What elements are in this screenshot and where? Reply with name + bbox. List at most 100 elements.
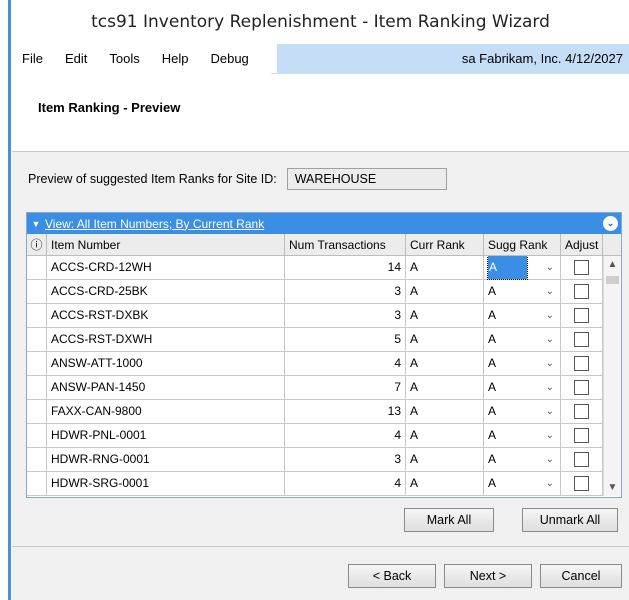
- sugg-rank-dropdown[interactable]: A ⌄: [484, 304, 560, 328]
- column-header-sugg-rank[interactable]: Sugg Rank: [484, 233, 561, 256]
- item-number-cell: HDWR-SRG-0001: [47, 471, 285, 496]
- table-row[interactable]: ACCS-CRD-12WH 14 A A ⌄: [27, 255, 621, 280]
- unmark-all-button[interactable]: Unmark All: [522, 508, 618, 532]
- table-row[interactable]: HDWR-RNG-0001 3 A A ⌄: [27, 447, 621, 472]
- table-row[interactable]: ACCS-RST-DXBK 3 A A ⌄: [27, 303, 621, 328]
- menu-item-tools[interactable]: Tools: [109, 51, 139, 66]
- table-row[interactable]: ANSW-PAN-1450 7 A A ⌄: [27, 375, 621, 400]
- menu-bar: File Edit Tools Help Debug sa Fabrikam, Inc.…: [12, 43, 629, 74]
- view-selector-link[interactable]: View: All Item Numbers; By Current Rank: [45, 217, 264, 231]
- num-transactions-cell: 5: [285, 327, 406, 352]
- chevron-down-icon[interactable]: ⌄: [546, 328, 554, 351]
- sugg-rank-dropdown[interactable]: A ⌄: [484, 472, 560, 496]
- adjust-checkbox[interactable]: [574, 332, 589, 347]
- chevron-down-icon[interactable]: ⌄: [546, 376, 554, 399]
- num-transactions-cell: 7: [285, 375, 406, 400]
- sugg-rank-dropdown[interactable]: A ⌄: [484, 280, 560, 304]
- adjust-checkbox[interactable]: [574, 284, 589, 299]
- grid-rows: ▲ ▼ ACCS-CRD-12WH 14 A A ⌄ ACCS-CRD-25BK 3 A A ⌄ A…: [27, 255, 621, 496]
- sugg-rank-dropdown[interactable]: A ⌄: [484, 424, 560, 448]
- sugg-rank-dropdown[interactable]: A ⌄: [484, 352, 560, 376]
- chevron-down-icon[interactable]: ⌄: [546, 280, 554, 303]
- adjust-cell: [561, 255, 603, 280]
- menu-item-debug[interactable]: Debug: [210, 51, 248, 66]
- header-scroll-spacer: [603, 234, 621, 256]
- column-header-num-transactions[interactable]: Num Transactions: [285, 233, 406, 256]
- sugg-rank-value: A: [488, 380, 497, 394]
- menu-item-file[interactable]: File: [22, 51, 43, 66]
- table-row[interactable]: ANSW-ATT-1000 4 A A ⌄: [27, 351, 621, 376]
- cancel-button[interactable]: Cancel: [540, 564, 622, 588]
- sugg-rank-cell: A ⌄: [484, 327, 561, 352]
- scroll-thumb[interactable]: [606, 276, 619, 284]
- sugg-rank-dropdown[interactable]: A ⌄: [484, 400, 560, 424]
- num-transactions-cell: 13: [285, 399, 406, 424]
- site-id-row: Preview of suggested Item Ranks for Site…: [28, 168, 447, 190]
- table-row[interactable]: HDWR-PNL-0001 4 A A ⌄: [27, 423, 621, 448]
- sugg-rank-value: A: [488, 476, 497, 490]
- mark-all-button[interactable]: Mark All: [404, 508, 494, 532]
- adjust-checkbox[interactable]: [574, 452, 589, 467]
- grid-vertical-scrollbar[interactable]: ▲ ▼: [603, 256, 621, 496]
- curr-rank-cell: A: [406, 351, 484, 376]
- menu-item-help[interactable]: Help: [162, 51, 189, 66]
- sugg-rank-value: A: [488, 452, 497, 466]
- site-id-label: Preview of suggested Item Ranks for Site…: [28, 172, 277, 186]
- adjust-cell: [561, 351, 603, 376]
- next-button[interactable]: Next >: [444, 564, 532, 588]
- adjust-checkbox[interactable]: [574, 260, 589, 275]
- chevron-down-icon[interactable]: ⌄: [546, 424, 554, 447]
- back-button[interactable]: < Back: [348, 564, 436, 588]
- item-number-cell: ACCS-CRD-12WH: [47, 255, 285, 280]
- sugg-rank-dropdown[interactable]: A ⌄: [484, 255, 560, 280]
- menu-item-edit[interactable]: Edit: [65, 51, 87, 66]
- item-rank-grid: ▼ View: All Item Numbers; By Current Ran…: [26, 212, 622, 498]
- footer-divider: [12, 546, 629, 547]
- chevron-down-icon[interactable]: ⌄: [546, 352, 554, 375]
- chevron-down-icon[interactable]: ⌄: [546, 448, 554, 471]
- adjust-checkbox[interactable]: [574, 380, 589, 395]
- chevron-down-icon[interactable]: ⌄: [546, 472, 554, 495]
- adjust-checkbox[interactable]: [574, 404, 589, 419]
- chevron-down-icon[interactable]: ⌄: [546, 400, 554, 423]
- adjust-checkbox[interactable]: [574, 476, 589, 491]
- column-header-curr-rank[interactable]: Curr Rank: [406, 233, 484, 256]
- column-header-adjust[interactable]: Adjust: [561, 233, 603, 256]
- sugg-rank-dropdown[interactable]: A ⌄: [484, 448, 560, 472]
- num-transactions-cell: 4: [285, 471, 406, 496]
- sugg-rank-value: A: [488, 332, 497, 346]
- adjust-cell: [561, 399, 603, 424]
- table-row[interactable]: ACCS-CRD-25BK 3 A A ⌄: [27, 279, 621, 304]
- cancel-label: Cancel: [561, 569, 601, 583]
- info-icon[interactable]: ⓘ: [27, 233, 47, 256]
- num-transactions-cell: 4: [285, 351, 406, 376]
- user-company-date: sa Fabrikam, Inc. 4/12/2027: [276, 43, 629, 74]
- window-title: tcs91 Inventory Replenishment - Item Ran…: [91, 12, 550, 32]
- scroll-down-icon[interactable]: ▼: [604, 482, 621, 493]
- window-title-bar: tcs91 Inventory Replenishment - Item Ran…: [12, 0, 629, 44]
- grid-column-headers: ⓘ Item Number Num Transactions Curr Rank…: [27, 233, 621, 256]
- num-transactions-cell: 14: [285, 255, 406, 280]
- sugg-rank-cell: A ⌄: [484, 255, 561, 280]
- sugg-rank-cell: A ⌄: [484, 303, 561, 328]
- scroll-up-icon[interactable]: ▲: [604, 259, 621, 270]
- table-row[interactable]: FAXX-CAN-9800 13 A A ⌄: [27, 399, 621, 424]
- sugg-rank-dropdown[interactable]: A ⌄: [484, 328, 560, 352]
- sugg-rank-dropdown[interactable]: A ⌄: [484, 376, 560, 400]
- chevron-down-icon[interactable]: ⌄: [546, 304, 554, 327]
- expand-triangle-icon[interactable]: ▼: [27, 219, 45, 229]
- table-row[interactable]: HDWR-SRG-0001 4 A A ⌄: [27, 471, 621, 496]
- curr-rank-cell: A: [406, 447, 484, 472]
- sugg-rank-value: A: [488, 404, 497, 418]
- table-row[interactable]: ACCS-RST-DXWH 5 A A ⌄: [27, 327, 621, 352]
- num-transactions-cell: 3: [285, 447, 406, 472]
- sugg-rank-value: A: [488, 308, 497, 322]
- adjust-checkbox[interactable]: [574, 428, 589, 443]
- adjust-checkbox[interactable]: [574, 308, 589, 323]
- collapse-chevron-icon[interactable]: ⌄: [603, 216, 618, 231]
- chevron-down-icon[interactable]: ⌄: [546, 256, 554, 279]
- adjust-checkbox[interactable]: [574, 356, 589, 371]
- adjust-cell: [561, 279, 603, 304]
- column-header-item-number[interactable]: Item Number: [47, 233, 285, 256]
- page-title: Item Ranking - Preview: [38, 100, 181, 115]
